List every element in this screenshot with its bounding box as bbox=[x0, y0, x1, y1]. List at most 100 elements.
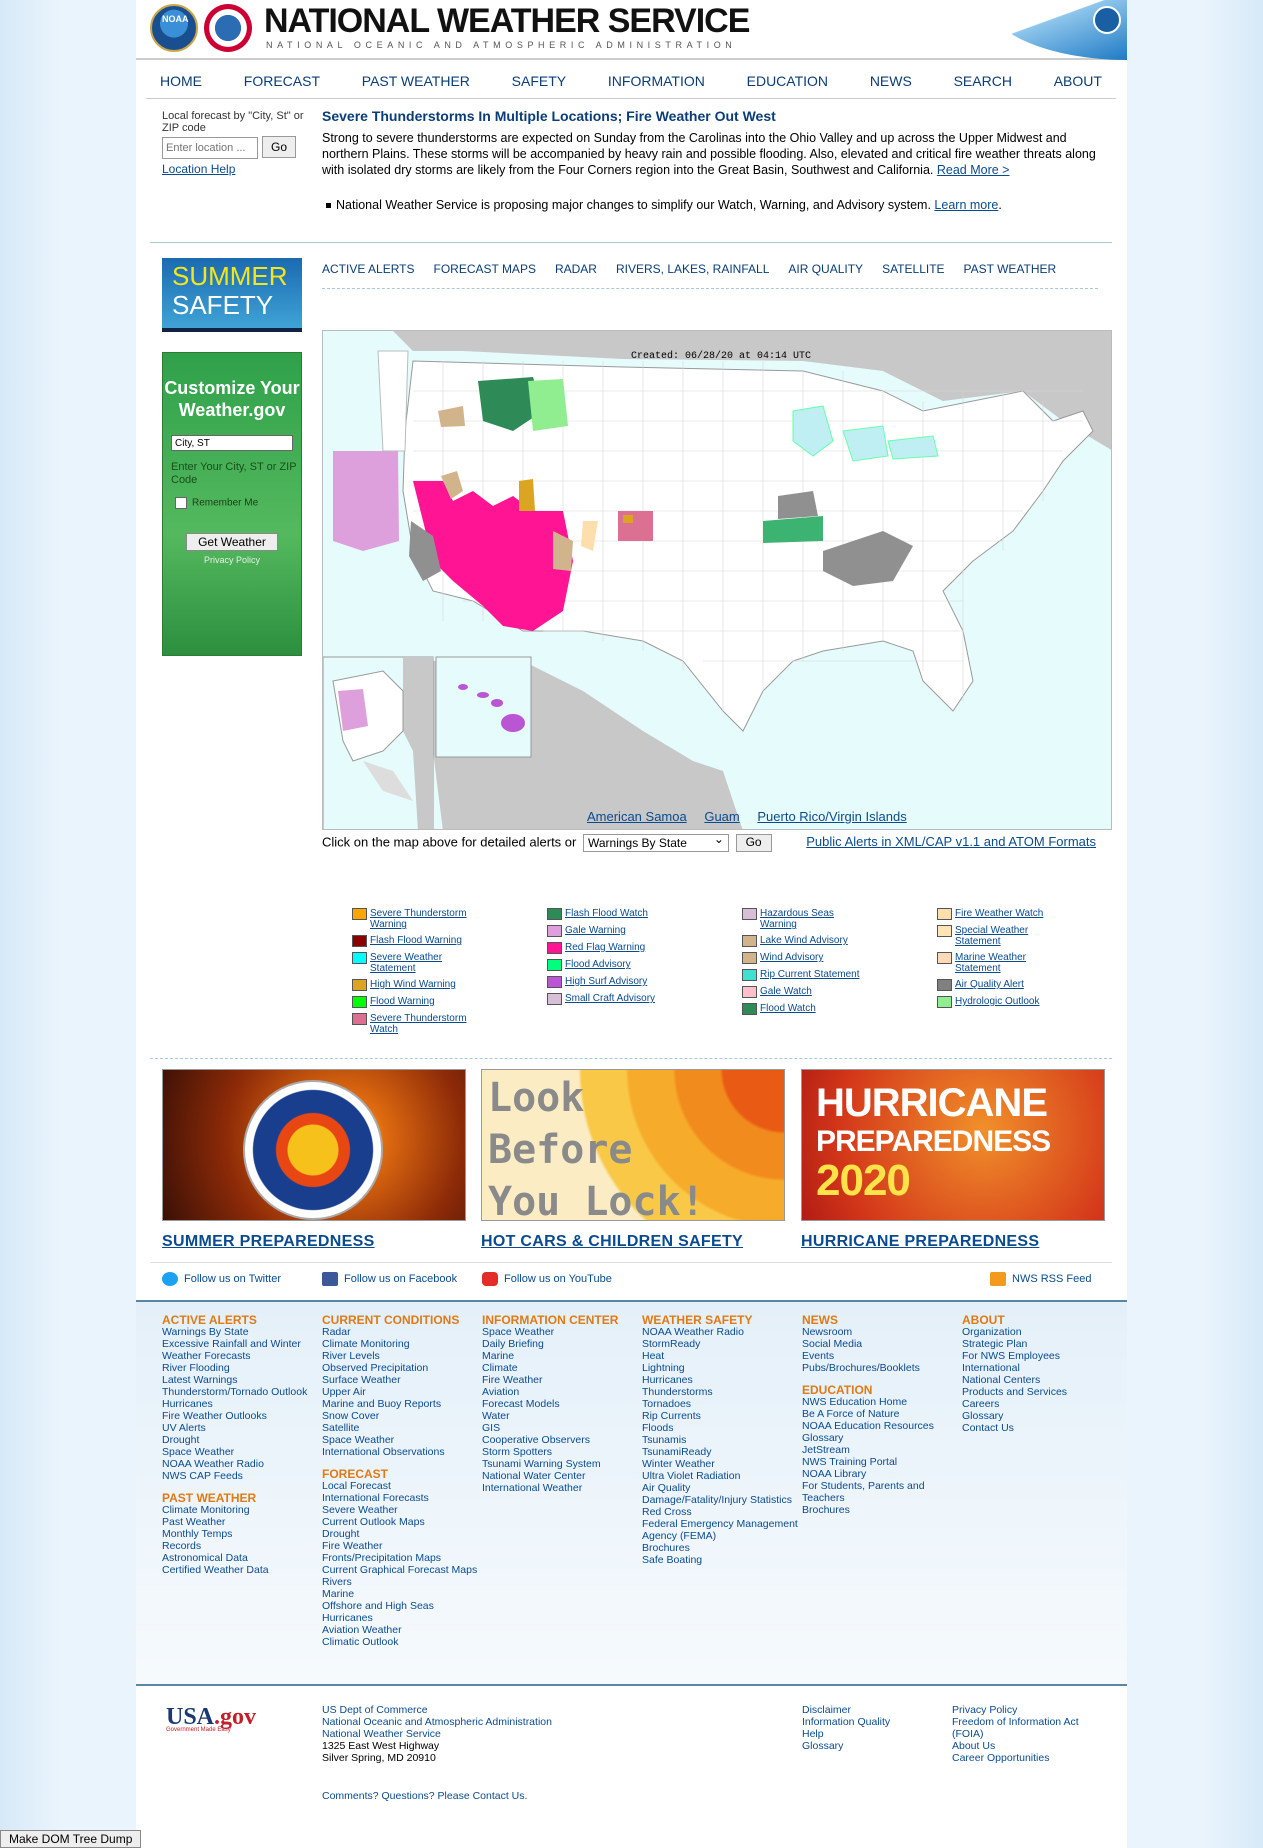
sitemap-link[interactable]: Climate Monitoring bbox=[162, 1504, 322, 1516]
tab-past-weather[interactable]: PAST WEATHER bbox=[964, 262, 1057, 288]
xml-cap-link[interactable]: Public Alerts in XML/CAP v1.1 and ATOM F… bbox=[806, 834, 1096, 849]
facebook-row[interactable]: Follow us on Facebook bbox=[322, 1272, 457, 1286]
legend-link[interactable]: High Surf Advisory bbox=[565, 976, 665, 987]
sitemap-link[interactable]: Hurricanes bbox=[642, 1374, 802, 1386]
sitemap-link[interactable]: NOAA Library bbox=[802, 1468, 962, 1480]
sitemap-link[interactable]: Fire Weather Outlooks bbox=[162, 1410, 322, 1422]
location-input[interactable] bbox=[162, 137, 258, 159]
sitemap-heading[interactable]: ACTIVE ALERTS bbox=[162, 1314, 322, 1326]
legend-link[interactable]: Gale Warning bbox=[565, 925, 665, 936]
facebook-icon[interactable] bbox=[322, 1272, 338, 1286]
legend-link[interactable]: Red Flag Warning bbox=[565, 942, 665, 953]
sitemap-link[interactable]: National Centers bbox=[962, 1374, 1122, 1386]
contact-us-link[interactable]: Comments? Questions? Please Contact Us. bbox=[322, 1790, 527, 1802]
legend-link[interactable]: Hazardous Seas Warning bbox=[760, 908, 860, 930]
sitemap-link[interactable]: River Levels bbox=[322, 1350, 482, 1362]
commerce-seal-icon[interactable] bbox=[1093, 6, 1121, 34]
sitemap-link[interactable]: NOAA Weather Radio bbox=[162, 1458, 322, 1470]
tab-rivers[interactable]: RIVERS, LAKES, RAINFALL bbox=[616, 262, 769, 288]
sitemap-link[interactable]: Thunderstorms bbox=[642, 1386, 802, 1398]
sitemap-link[interactable]: Aviation bbox=[482, 1386, 642, 1398]
sitemap-link[interactable]: International Weather bbox=[482, 1482, 642, 1494]
sitemap-link[interactable]: Current Graphical Forecast Maps bbox=[322, 1564, 482, 1576]
legend-link[interactable]: Severe Thunderstorm Warning bbox=[370, 908, 470, 930]
legend-link[interactable]: Flash Flood Watch bbox=[565, 908, 665, 919]
footer-link[interactable]: Freedom of Information Act (FOIA) bbox=[952, 1716, 1102, 1740]
sitemap-link[interactable]: Federal Emergency Management Agency (FEM… bbox=[642, 1518, 802, 1542]
sitemap-heading[interactable]: FORECAST bbox=[322, 1468, 482, 1480]
sitemap-link[interactable]: GIS bbox=[482, 1422, 642, 1434]
footer-nws-link[interactable]: National Weather Service bbox=[322, 1728, 552, 1740]
sitemap-link[interactable]: StormReady bbox=[642, 1338, 802, 1350]
footer-link[interactable]: Privacy Policy bbox=[952, 1704, 1102, 1716]
sitemap-link[interactable]: Air Quality bbox=[642, 1482, 802, 1494]
sitemap-link[interactable]: Upper Air bbox=[322, 1386, 482, 1398]
sitemap-link[interactable]: Climate Monitoring bbox=[322, 1338, 482, 1350]
privacy-policy-link[interactable]: Privacy Policy bbox=[163, 555, 301, 565]
legend-link[interactable]: Marine Weather Statement bbox=[955, 952, 1055, 974]
sitemap-link[interactable]: International Forecasts bbox=[322, 1492, 482, 1504]
promo-summer-image[interactable] bbox=[162, 1069, 466, 1221]
read-more-link[interactable]: Read More > bbox=[937, 163, 1010, 177]
tab-air-quality[interactable]: AIR QUALITY bbox=[788, 262, 863, 288]
remember-me-checkbox[interactable] bbox=[175, 497, 187, 509]
sitemap-link[interactable]: Space Weather bbox=[162, 1446, 322, 1458]
legend-link[interactable]: Gale Watch bbox=[760, 986, 860, 997]
sitemap-heading[interactable]: CURRENT CONDITIONS bbox=[322, 1314, 482, 1326]
tab-radar[interactable]: RADAR bbox=[555, 262, 597, 288]
sitemap-link[interactable]: For NWS Employees bbox=[962, 1350, 1122, 1362]
us-alerts-map-graphic[interactable] bbox=[323, 331, 1112, 830]
hawaii-inset[interactable] bbox=[435, 656, 532, 758]
legend-link[interactable]: Lake Wind Advisory bbox=[760, 935, 860, 946]
sitemap-link[interactable]: Warnings By State bbox=[162, 1326, 322, 1338]
sitemap-link[interactable]: Storm Spotters bbox=[482, 1446, 642, 1458]
legend-link[interactable]: Fire Weather Watch bbox=[955, 908, 1055, 919]
tab-forecast-maps[interactable]: FORECAST MAPS bbox=[433, 262, 535, 288]
sitemap-link[interactable]: River Flooding bbox=[162, 1362, 322, 1374]
alerts-map[interactable]: Created: 06/28/20 at 04:14 UTC American … bbox=[322, 330, 1112, 830]
nav-forecast[interactable]: FORECAST bbox=[236, 63, 328, 98]
sitemap-link[interactable]: NOAA Weather Radio bbox=[642, 1326, 802, 1338]
nav-search[interactable]: SEARCH bbox=[946, 63, 1020, 98]
remember-me-row[interactable]: Remember Me bbox=[163, 497, 301, 509]
promo-hot-cars-image[interactable]: Look Before You Lock! bbox=[481, 1069, 785, 1225]
sitemap-link[interactable]: Astronomical Data bbox=[162, 1552, 322, 1564]
tab-active-alerts[interactable]: ACTIVE ALERTS bbox=[322, 262, 414, 288]
sitemap-heading[interactable]: WEATHER SAFETY bbox=[642, 1314, 802, 1326]
twitter-link[interactable]: Follow us on Twitter bbox=[184, 1273, 281, 1285]
rss-link[interactable]: NWS RSS Feed bbox=[1012, 1273, 1091, 1285]
customize-city-input[interactable] bbox=[171, 435, 293, 451]
footer-link[interactable]: Career Opportunities bbox=[952, 1752, 1102, 1764]
sitemap-link[interactable]: Be A Force of Nature bbox=[802, 1408, 962, 1420]
sitemap-link[interactable]: UV Alerts bbox=[162, 1422, 322, 1434]
tab-satellite[interactable]: SATELLITE bbox=[882, 262, 944, 288]
sitemap-link[interactable]: Latest Warnings bbox=[162, 1374, 322, 1386]
sitemap-link[interactable]: Excessive Rainfall and Winter Weather Fo… bbox=[162, 1338, 322, 1362]
promo-hurricane[interactable]: HURRICANE PREPAREDNESS 2020 HURRICANE PR… bbox=[801, 1069, 1105, 1251]
promo-summer-link[interactable]: SUMMER PREPAREDNESS bbox=[162, 1233, 466, 1251]
sitemap-link[interactable]: Pubs/Brochures/Booklets bbox=[802, 1362, 962, 1374]
nav-safety[interactable]: SAFETY bbox=[504, 63, 574, 98]
sitemap-link[interactable]: International Observations bbox=[322, 1446, 482, 1458]
sitemap-link[interactable]: Cooperative Observers bbox=[482, 1434, 642, 1446]
alaska-inset[interactable] bbox=[323, 656, 434, 830]
sitemap-link[interactable]: Ultra Violet Radiation bbox=[642, 1470, 802, 1482]
sitemap-link[interactable]: Certified Weather Data bbox=[162, 1564, 322, 1576]
sitemap-link[interactable]: Brochures bbox=[642, 1542, 802, 1554]
sitemap-link[interactable]: Careers bbox=[962, 1398, 1122, 1410]
twitter-icon[interactable] bbox=[162, 1272, 178, 1286]
sitemap-link[interactable]: Snow Cover bbox=[322, 1410, 482, 1422]
footer-link[interactable]: About Us bbox=[952, 1740, 1102, 1752]
sitemap-link[interactable]: TsunamiReady bbox=[642, 1446, 802, 1458]
sitemap-link[interactable]: Marine and Buoy Reports bbox=[322, 1398, 482, 1410]
legend-link[interactable]: Severe Thunderstorm Watch bbox=[370, 1013, 470, 1035]
sitemap-link[interactable]: Social Media bbox=[802, 1338, 962, 1350]
sitemap-heading[interactable]: NEWS bbox=[802, 1314, 962, 1326]
footer-noaa-link[interactable]: National Oceanic and Atmospheric Adminis… bbox=[322, 1716, 552, 1728]
map-go-button[interactable]: Go bbox=[735, 834, 772, 852]
legend-link[interactable]: Flash Flood Warning bbox=[370, 935, 470, 946]
sitemap-link[interactable]: Rip Currents bbox=[642, 1410, 802, 1422]
sitemap-heading[interactable]: INFORMATION CENTER bbox=[482, 1314, 642, 1326]
nav-past-weather[interactable]: PAST WEATHER bbox=[354, 63, 478, 98]
sitemap-link[interactable]: Events bbox=[802, 1350, 962, 1362]
